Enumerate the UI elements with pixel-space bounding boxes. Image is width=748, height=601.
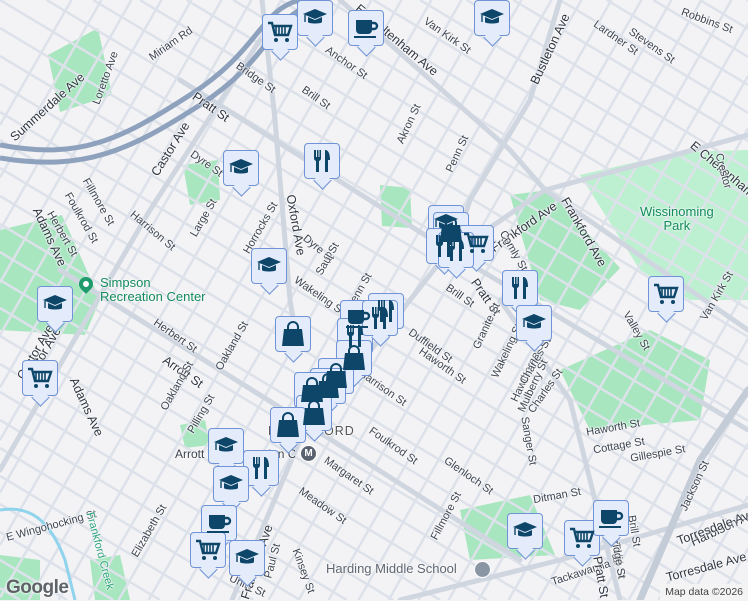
marker-shopping-cart[interactable] xyxy=(564,520,600,556)
marker-shopping-bag[interactable] xyxy=(270,407,306,443)
graduation-cap-icon xyxy=(303,9,327,24)
marker-shopping-bag[interactable] xyxy=(275,316,311,352)
marker-shopping-cart[interactable] xyxy=(190,532,226,568)
graduation-cap-icon xyxy=(229,159,253,174)
marker-graduation-cap[interactable] xyxy=(474,0,510,36)
marker-graduation-cap[interactable] xyxy=(251,248,287,284)
marker-graduation-cap[interactable] xyxy=(223,150,259,186)
marker-fork-knife[interactable] xyxy=(438,232,474,268)
marker-graduation-cap[interactable] xyxy=(516,305,552,341)
fork-knife-icon xyxy=(313,150,330,172)
shopping-bag-icon xyxy=(282,321,304,346)
map-attribution[interactable]: Map data ©2026 xyxy=(660,584,748,600)
graduation-cap-icon xyxy=(480,9,504,24)
graduation-cap-icon xyxy=(522,314,546,329)
graduation-cap-icon xyxy=(257,257,281,272)
park-loretto xyxy=(48,28,112,112)
fork-knife-icon xyxy=(371,307,388,329)
coffee-cup-icon xyxy=(207,515,232,533)
marker-graduation-cap[interactable] xyxy=(297,0,333,36)
marker-coffee-cup[interactable] xyxy=(348,10,384,46)
marker-shopping-cart[interactable] xyxy=(648,276,684,312)
graduation-cap-icon xyxy=(513,522,537,537)
google-logo: Google xyxy=(6,577,69,598)
metro-icon[interactable]: M xyxy=(300,445,317,462)
marker-graduation-cap[interactable] xyxy=(37,286,73,322)
shopping-cart-icon xyxy=(196,539,221,560)
fork-knife-icon xyxy=(511,277,528,299)
school-icon xyxy=(474,561,491,578)
graduation-cap-icon xyxy=(219,475,243,490)
marker-graduation-cap[interactable] xyxy=(213,466,249,502)
fork-knife-icon xyxy=(252,457,269,479)
shopping-cart-icon xyxy=(268,21,293,42)
place-harding-middle-school[interactable]: Harding Middle School xyxy=(326,562,457,576)
place-simpson-recreation-center[interactable]: Simpson Recreation Center xyxy=(100,276,206,304)
marker-graduation-cap[interactable] xyxy=(229,540,265,576)
marker-graduation-cap[interactable] xyxy=(507,513,543,549)
marker-shopping-cart[interactable] xyxy=(22,360,58,396)
coffee-cup-icon xyxy=(599,510,624,528)
graduation-cap-icon xyxy=(214,437,238,452)
marker-fork-knife[interactable] xyxy=(502,270,538,306)
place-wissinoming-park[interactable]: Wissinoming Park xyxy=(640,205,714,233)
shopping-cart-icon xyxy=(28,367,53,388)
shopping-bag-icon xyxy=(303,400,325,425)
fork-knife-icon xyxy=(447,239,464,261)
shopping-bag-icon xyxy=(277,412,299,437)
shopping-cart-icon xyxy=(654,283,679,304)
marker-graduation-cap[interactable] xyxy=(208,428,244,464)
marker-coffee-cup[interactable] xyxy=(593,500,629,536)
graduation-cap-icon xyxy=(43,295,67,310)
marker-fork-knife[interactable] xyxy=(304,143,340,179)
marker-fork-knife[interactable] xyxy=(362,300,398,336)
marker-shopping-cart[interactable] xyxy=(262,14,298,50)
marker-fork-knife[interactable] xyxy=(243,450,279,486)
graduation-cap-icon xyxy=(235,549,259,564)
shopping-cart-icon xyxy=(570,527,595,548)
coffee-cup-icon xyxy=(354,20,379,38)
